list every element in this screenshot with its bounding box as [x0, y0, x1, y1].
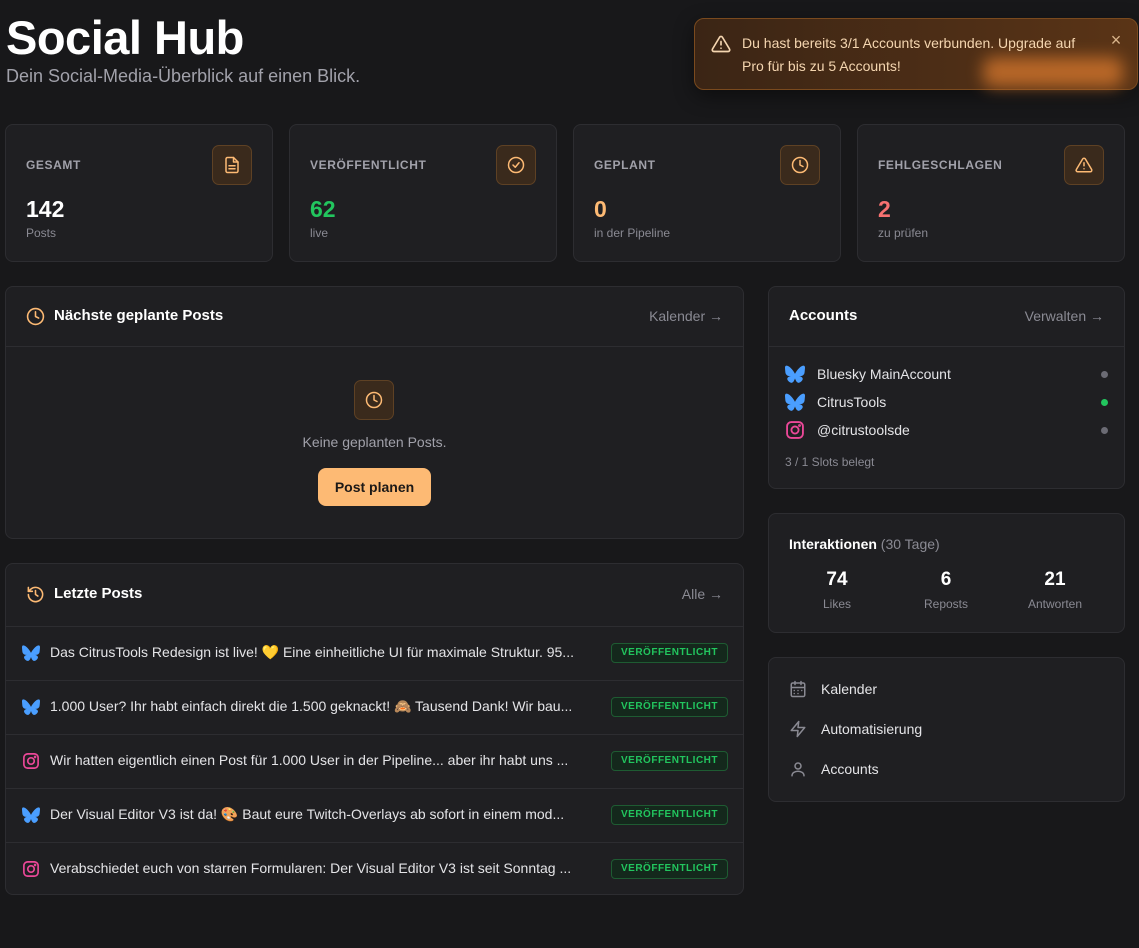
calendar-icon — [790, 680, 806, 698]
user-icon — [791, 762, 805, 777]
account-item[interactable]: @citrustoolsde — [785, 418, 1108, 442]
check-circle-icon — [496, 145, 536, 185]
bluesky-icon — [785, 393, 805, 411]
account-name: CitrusTools — [817, 394, 887, 410]
account-name: Bluesky MainAccount — [817, 366, 951, 382]
stat-value: 21 — [1044, 569, 1066, 590]
page-subtitle: Dein Social-Media-Überblick auf einen Bl… — [6, 66, 361, 86]
document-icon — [212, 145, 252, 185]
stat-sub: zu prüfen — [878, 226, 929, 240]
list-item[interactable]: Das CitrusTools Redesign ist live! 💛 Ein… — [6, 627, 743, 681]
clock-icon — [354, 380, 394, 420]
status-dot — [1101, 371, 1108, 378]
stat-label: GESAMT — [26, 158, 81, 172]
list-item[interactable]: Verabschiedet euch von starren Formulare… — [6, 843, 743, 897]
stat-card-scheduled: GEPLANT 0 in der Pipeline — [573, 124, 841, 262]
stat-sub: live — [310, 226, 329, 240]
panel-title: Accounts — [789, 307, 858, 324]
panel-header: Accounts Verwalten → — [769, 287, 1124, 347]
post-text: Der Visual Editor V3 ist da! 🎨 Baut eure… — [50, 806, 565, 822]
account-item[interactable]: Bluesky MainAccount — [785, 362, 1108, 386]
clock-icon — [26, 307, 45, 326]
panel-title: Nächste geplante Posts — [54, 307, 224, 324]
nav-label: Accounts — [821, 761, 879, 777]
stat-replies: 21 Antworten — [1005, 569, 1105, 611]
warning-icon — [1064, 145, 1104, 185]
stat-reposts: 6 Reposts — [896, 569, 996, 611]
stat-card-failed: FEHLGESCHLAGEN 2 zu prüfen — [857, 124, 1125, 262]
stat-value: 0 — [594, 196, 607, 222]
account-item[interactable]: CitrusTools — [785, 390, 1108, 414]
instagram-icon — [23, 861, 39, 877]
list-item[interactable]: Der Visual Editor V3 ist da! 🎨 Baut eure… — [6, 789, 743, 843]
stat-sub: in der Pipeline — [594, 226, 671, 240]
scheduled-posts-panel: Nächste geplante Posts Kalender → Keine … — [5, 286, 744, 539]
instagram-icon — [23, 753, 39, 769]
status-badge: VERÖFFENTLICHT — [611, 805, 728, 825]
stat-label: VERÖFFENTLICHT — [310, 158, 427, 172]
stat-label: GEPLANT — [594, 158, 656, 172]
stat-value: 62 — [310, 196, 336, 222]
post-text: Wir hatten eigentlich einen Post für 1.0… — [50, 752, 569, 768]
post-text: Verabschiedet euch von starren Formulare… — [50, 860, 572, 876]
list-item[interactable]: Wir hatten eigentlich einen Post für 1.0… — [6, 735, 743, 789]
status-badge: VERÖFFENTLICHT — [611, 751, 728, 771]
bluesky-icon — [785, 365, 805, 383]
post-text: Das CitrusTools Redesign ist live! 💛 Ein… — [50, 644, 574, 660]
page-title: Social Hub — [6, 11, 244, 64]
clock-icon — [780, 145, 820, 185]
interactions-panel: Interaktionen (30 Tage) 74 Likes 6 Repos… — [768, 513, 1125, 633]
history-icon — [27, 586, 44, 603]
stat-card-total: GESAMT 142 Posts — [5, 124, 273, 262]
status-dot — [1101, 399, 1108, 406]
status-badge: VERÖFFENTLICHT — [611, 859, 728, 879]
bluesky-icon — [22, 699, 40, 715]
stat-label: FEHLGESCHLAGEN — [878, 158, 1003, 172]
stat-label: Reposts — [923, 597, 969, 611]
panel-header: Nächste geplante Posts Kalender → — [6, 287, 743, 347]
stat-value: 74 — [826, 569, 848, 590]
close-icon[interactable]: × — [1107, 31, 1125, 49]
post-text: 1.000 User? Ihr habt einfach direkt die … — [50, 698, 573, 714]
quick-nav-panel: Kalender Automatisierung Accounts — [768, 657, 1125, 802]
stat-label: Likes — [822, 597, 851, 611]
panel-title: Letzte Posts — [54, 585, 143, 602]
interactions-title: Interaktionen — [789, 536, 877, 552]
stat-value: 2 — [878, 196, 891, 222]
stat-label: Antworten — [1027, 597, 1083, 611]
schedule-post-button[interactable]: Post planen — [318, 468, 431, 506]
manage-accounts-link[interactable]: Verwalten → — [1025, 308, 1104, 324]
status-badge: VERÖFFENTLICHT — [611, 697, 728, 717]
stat-value: 142 — [26, 196, 65, 222]
nav-label: Automatisierung — [821, 721, 923, 737]
calendar-link[interactable]: Kalender → — [649, 308, 723, 324]
lightning-icon — [790, 720, 806, 738]
upgrade-toast: Du hast bereits 3/1 Accounts verbunden. … — [694, 18, 1138, 90]
empty-state-text: Keine geplanten Posts. — [302, 434, 447, 450]
instagram-icon — [786, 421, 804, 439]
bluesky-icon — [22, 645, 40, 661]
status-dot — [1101, 427, 1108, 434]
account-name: @citrustoolsde — [817, 422, 910, 438]
recent-posts-panel: Letzte Posts Alle → Das CitrusTools Rede… — [5, 563, 744, 895]
slots-info: 3 / 1 Slots belegt — [785, 455, 875, 469]
list-item[interactable]: 1.000 User? Ihr habt einfach direkt die … — [6, 681, 743, 735]
bluesky-icon — [22, 807, 40, 823]
all-posts-link[interactable]: Alle → — [682, 586, 723, 602]
stat-sub: Posts — [26, 226, 57, 240]
accounts-panel: Accounts Verwalten → Bluesky MainAccount… — [768, 286, 1125, 489]
interactions-period: (30 Tage) — [880, 536, 940, 552]
warning-icon — [711, 35, 731, 53]
nav-label: Kalender — [821, 681, 878, 697]
panel-header: Letzte Posts Alle → — [6, 564, 743, 627]
panel-title: Interaktionen (30 Tage) — [789, 536, 940, 552]
toast-message: Du hast bereits 3/1 Accounts verbunden. … — [742, 35, 1076, 74]
status-badge: VERÖFFENTLICHT — [611, 643, 728, 663]
stat-value: 6 — [940, 569, 952, 590]
stat-likes: 74 Likes — [787, 569, 887, 611]
stat-card-published: VERÖFFENTLICHT 62 live — [289, 124, 557, 262]
